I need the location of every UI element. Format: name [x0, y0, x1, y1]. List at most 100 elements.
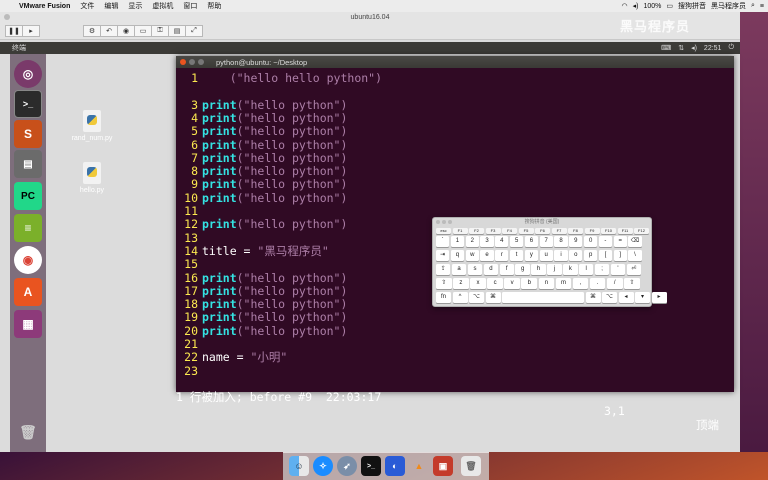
volume-icon[interactable]: ◂) [633, 2, 639, 10]
search-icon[interactable]: ⌕ [751, 2, 755, 10]
keyboard-key[interactable]: ' [610, 264, 626, 275]
back-arrow-icon[interactable]: ↶ [100, 24, 118, 37]
disk-icon[interactable]: ▤ [168, 24, 186, 37]
keyboard-key[interactable]: F5 [518, 228, 534, 234]
code-line[interactable]: 5 print("hello python") [176, 124, 347, 138]
launchpad-icon[interactable]: ➶ [337, 456, 357, 476]
maximize-icon[interactable] [198, 59, 204, 65]
keyboard-key[interactable]: i [554, 250, 568, 261]
code-line[interactable] [176, 85, 202, 98]
lock-icon[interactable]: ⚿ [151, 24, 169, 37]
code-line[interactable]: 4 print("hello python") [176, 111, 347, 125]
power-icon[interactable]: ⏻ [728, 44, 734, 52]
keyboard-key[interactable]: c [487, 278, 503, 289]
ubuntu-dash-icon[interactable]: ◎ [14, 60, 42, 88]
panel-clock[interactable]: 22:51 [704, 45, 722, 52]
keyboard-key[interactable]: ◂ [618, 292, 634, 303]
keyboard-key[interactable]: n [538, 278, 555, 289]
code-line[interactable]: 14 title = "黑马程序员" [176, 244, 329, 258]
keyboard-key[interactable]: F4 [502, 228, 517, 234]
minimize-icon[interactable] [189, 59, 195, 65]
keyboard-key[interactable]: k [563, 264, 578, 275]
keyboard-key[interactable]: h [531, 264, 546, 275]
close-icon[interactable] [180, 59, 186, 65]
trash-icon[interactable]: 🗑 [14, 418, 42, 446]
keyboard-key[interactable]: F2 [469, 228, 484, 234]
keyboard-key[interactable]: s [467, 264, 483, 275]
code-line[interactable]: 6 print("hello python") [176, 138, 347, 152]
display-icon[interactable]: ▭ [134, 24, 152, 37]
workspace-icon[interactable]: ▦ [14, 310, 42, 338]
code-line[interactable]: 18 print("hello python") [176, 297, 347, 311]
files-icon[interactable]: ▤ [14, 150, 42, 178]
finder-icon[interactable]: ☺ [289, 456, 309, 476]
menu-edit[interactable]: 编辑 [104, 1, 118, 11]
keyboard-key[interactable]: e [480, 250, 494, 261]
code-line[interactable]: 19 print("hello python") [176, 311, 347, 325]
keyboard-key[interactable]: l [579, 264, 594, 275]
keyboard-key[interactable]: 4 [495, 236, 509, 247]
keyboard-key[interactable]: v [504, 278, 520, 289]
code-line[interactable]: 1 ("hello hello python") [176, 71, 382, 85]
keyboard-key[interactable]: ⌫ [628, 236, 642, 247]
keyboard-key[interactable]: 8 [554, 236, 568, 247]
keyboard-key[interactable]: F7 [551, 228, 567, 234]
keyboard-key[interactable]: fn [436, 292, 451, 303]
menu-extra[interactable]: 黑马程序员 [711, 1, 746, 11]
safari-icon[interactable]: ✧ [313, 456, 333, 476]
code-line[interactable]: 21 [176, 337, 202, 351]
keyboard-viewer[interactable]: 搜狗拼音 (美国) esc F1 F2 F3 F4 F5 F6 F7 F8 F9 F10 F11 F12… [432, 217, 667, 307]
fullscreen-icon[interactable]: ⤢ [185, 24, 203, 37]
keyboard-key[interactable]: g [515, 264, 530, 275]
code-line[interactable]: 10 print("hello python") [176, 191, 347, 205]
keyboard-key[interactable]: m [555, 278, 572, 289]
vlc-icon[interactable]: ▲ [409, 456, 429, 476]
keyboard-key[interactable]: f [499, 264, 514, 275]
keyboard-key[interactable]: ⏎ [626, 264, 642, 275]
menu-view[interactable]: 显示 [128, 1, 142, 11]
ime-indicator[interactable]: 搜狗拼音 [678, 1, 706, 11]
keyboard-key[interactable]: 0 [583, 236, 598, 247]
desktop-file-hello[interactable]: hello.py [67, 162, 117, 194]
keyboard-key[interactable]: / [606, 278, 623, 289]
code-line[interactable]: 16 print("hello python") [176, 271, 347, 285]
desktop-file-rand-num[interactable]: rand_num.py [67, 110, 117, 142]
keyboard-key[interactable]: r [495, 250, 509, 261]
keyboard-key[interactable]: ⇥ [436, 250, 450, 261]
chrome-icon[interactable]: ◉ [14, 246, 42, 274]
keyboard-key[interactable]: z [453, 278, 469, 289]
camera-icon[interactable]: ◉ [117, 24, 135, 37]
keyboard-key[interactable]: F6 [535, 228, 550, 234]
keyboard-key[interactable]: F12 [634, 228, 649, 234]
menu-app-name[interactable]: VMware Fusion [19, 3, 70, 10]
keyboard-icon[interactable]: ⌨ [661, 44, 671, 52]
battery-icon[interactable]: ▭ [666, 2, 673, 10]
pause-button[interactable]: ❚❚ [5, 24, 23, 37]
keyboard-key[interactable]: d [483, 264, 499, 275]
keyboard-key[interactable]: esc [436, 228, 451, 234]
keyboard-key[interactable]: ⌘ [485, 292, 501, 303]
keyboard-key[interactable]: 7 [539, 236, 553, 247]
keyboard-key[interactable]: 5 [509, 236, 524, 247]
keyboard-key[interactable]: = [613, 236, 627, 247]
menu-window[interactable]: 窗口 [183, 1, 197, 11]
code-line[interactable]: 22 name = "小明" [176, 350, 287, 364]
keyboard-key[interactable]: a [451, 264, 467, 275]
keyboard-key[interactable]: F1 [452, 228, 468, 234]
code-line[interactable]: 8 print("hello python") [176, 164, 347, 178]
keyboard-key[interactable]: t [509, 250, 524, 261]
play-button[interactable]: ▸ [22, 24, 40, 37]
menu-file[interactable]: 文件 [80, 1, 94, 11]
keyboard-key[interactable]: 2 [465, 236, 479, 247]
code-line[interactable]: 12 print("hello python") [176, 217, 347, 231]
qq-icon[interactable]: ◐ [385, 456, 405, 476]
keyboard-key[interactable]: ^ [452, 292, 468, 303]
keyboard-key[interactable]: o [569, 250, 583, 261]
keyboard-key[interactable]: u [539, 250, 553, 261]
volume-icon[interactable]: ◂) [691, 44, 697, 52]
software-center-icon[interactable]: A [14, 278, 42, 306]
keyboard-key[interactable]: ▸ [651, 292, 667, 303]
code-line[interactable]: 15 [176, 257, 202, 271]
keyboard-key[interactable]: [ [598, 250, 613, 261]
code-line[interactable]: 13 [176, 231, 202, 245]
